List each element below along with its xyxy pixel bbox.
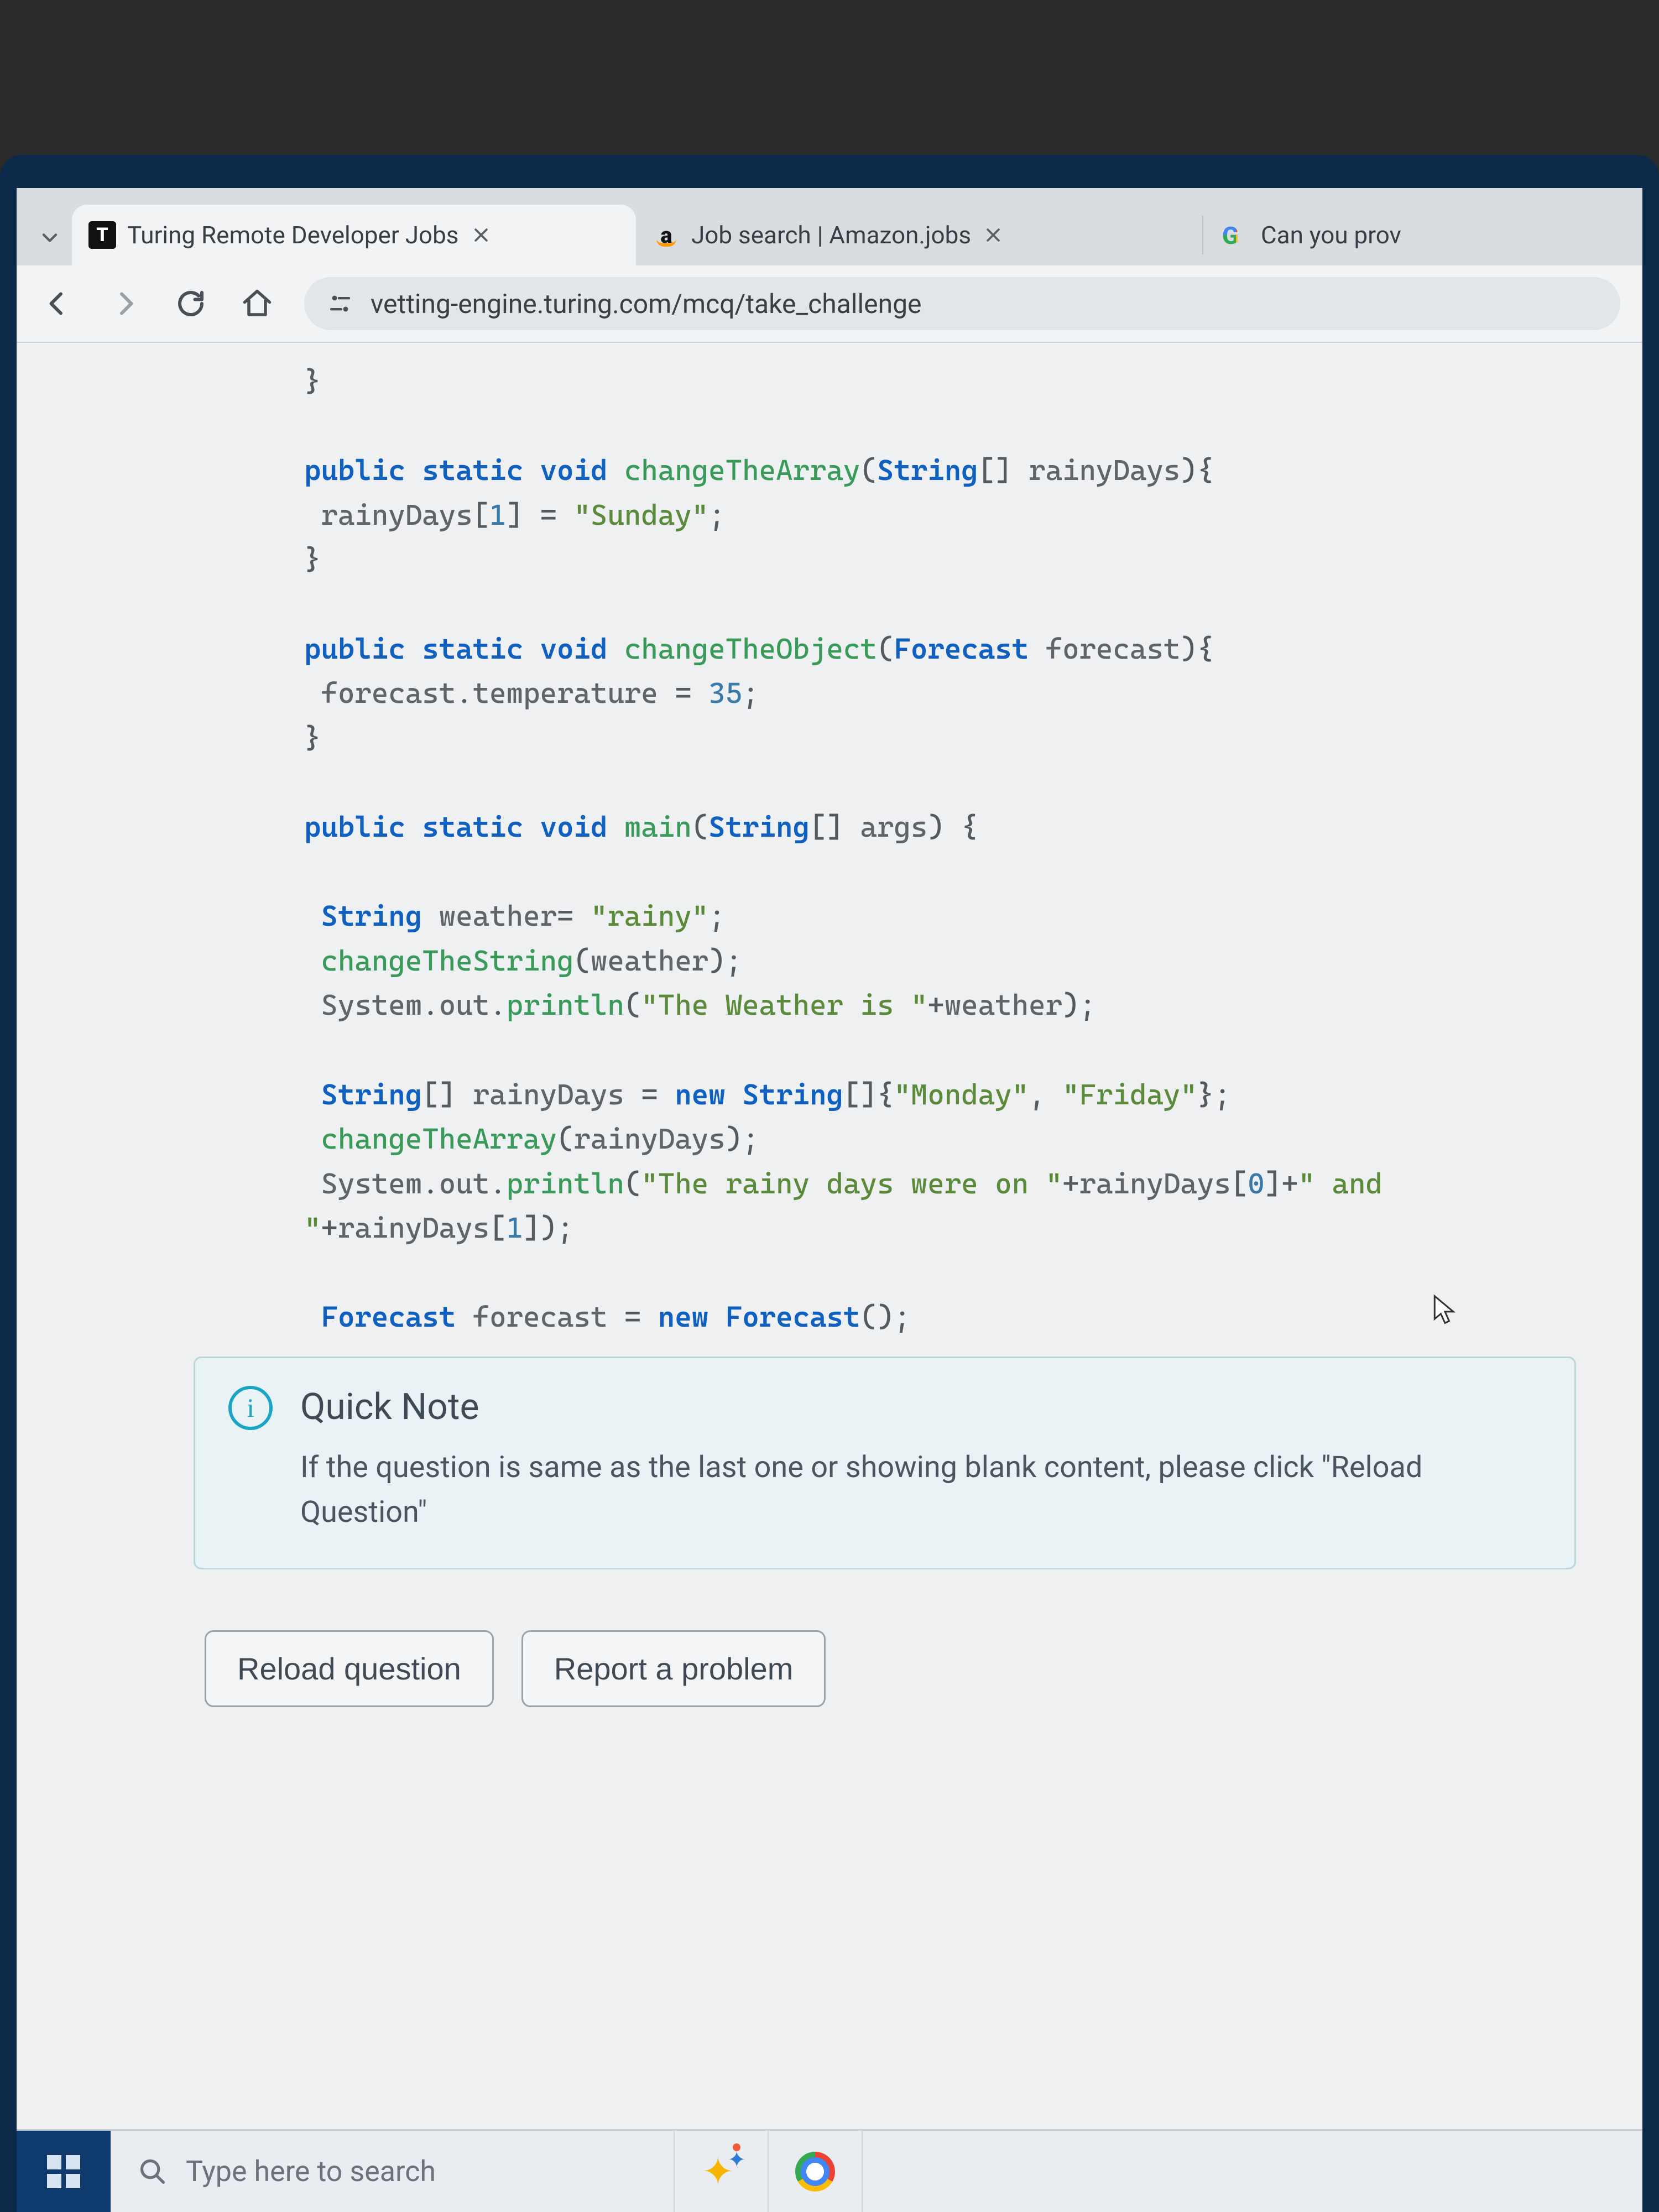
quick-note-box: i Quick Note If the question is same as … [194, 1357, 1576, 1569]
screen: T Turing Remote Developer Jobs a Job sea… [17, 188, 1642, 2212]
back-button[interactable] [39, 284, 77, 323]
close-icon [472, 226, 491, 244]
address-bar[interactable]: vetting-engine.turing.com/mcq/take_chall… [304, 277, 1620, 330]
monitor-bezel: T Turing Remote Developer Jobs a Job sea… [0, 155, 1659, 2212]
info-icon: i [228, 1386, 273, 1430]
taskbar-copilot[interactable]: ✦✦ [675, 2131, 769, 2212]
mouse-cursor-icon [1432, 1294, 1458, 1327]
chevron-down-icon [38, 226, 62, 250]
arrow-left-icon [41, 287, 75, 320]
tablist-dropdown[interactable] [28, 210, 72, 265]
url-text: vetting-engine.turing.com/mcq/take_chall… [371, 288, 922, 320]
sparkle-icon: ✦✦ [696, 2147, 746, 2197]
site-settings-icon[interactable] [326, 290, 354, 317]
tab-separator [1202, 216, 1203, 254]
browser-tabstrip: T Turing Remote Developer Jobs a Job sea… [17, 188, 1642, 265]
reload-question-button[interactable]: Reload question [205, 1630, 494, 1707]
search-placeholder: Type here to search [186, 2154, 436, 2188]
windows-taskbar: Type here to search ✦✦ [17, 2129, 1642, 2212]
reload-button[interactable] [171, 284, 210, 323]
taskbar-search[interactable]: Type here to search [111, 2131, 675, 2212]
favicon-amazon: a [653, 221, 680, 249]
taskbar-chrome[interactable] [769, 2131, 863, 2212]
home-icon [241, 287, 274, 320]
home-button[interactable] [238, 284, 276, 323]
reload-icon [174, 287, 207, 320]
tab-title: Can you prov [1261, 221, 1401, 249]
action-row: Reload question Report a problem [50, 1569, 1609, 1707]
page-content: } public static void changeTheArray(Stri… [17, 343, 1642, 2129]
note-text: If the question is same as the last one … [300, 1445, 1541, 1535]
windows-logo-icon [47, 2155, 80, 2188]
tab-google[interactable]: G Can you prov [1206, 205, 1438, 265]
favicon-turing: T [88, 221, 116, 249]
close-tab-button[interactable] [470, 224, 492, 246]
favicon-google: G [1222, 221, 1250, 249]
browser-toolbar: vetting-engine.turing.com/mcq/take_chall… [17, 265, 1642, 343]
arrow-right-icon [108, 287, 141, 320]
chrome-icon [795, 2152, 835, 2192]
report-problem-button[interactable]: Report a problem [521, 1630, 826, 1707]
start-button[interactable] [17, 2131, 111, 2212]
close-tab-button[interactable] [982, 224, 1004, 246]
forward-button[interactable] [105, 284, 144, 323]
search-icon [138, 2157, 167, 2186]
note-title: Quick Note [300, 1386, 1541, 1428]
code-block: } public static void changeTheArray(Stri… [50, 359, 1609, 1340]
tab-amazon[interactable]: a Job search | Amazon.jobs [636, 205, 1200, 265]
tab-turing[interactable]: T Turing Remote Developer Jobs [72, 205, 636, 265]
tab-title: Job search | Amazon.jobs [691, 221, 971, 249]
tab-title: Turing Remote Developer Jobs [127, 221, 459, 249]
close-icon [984, 226, 1003, 244]
